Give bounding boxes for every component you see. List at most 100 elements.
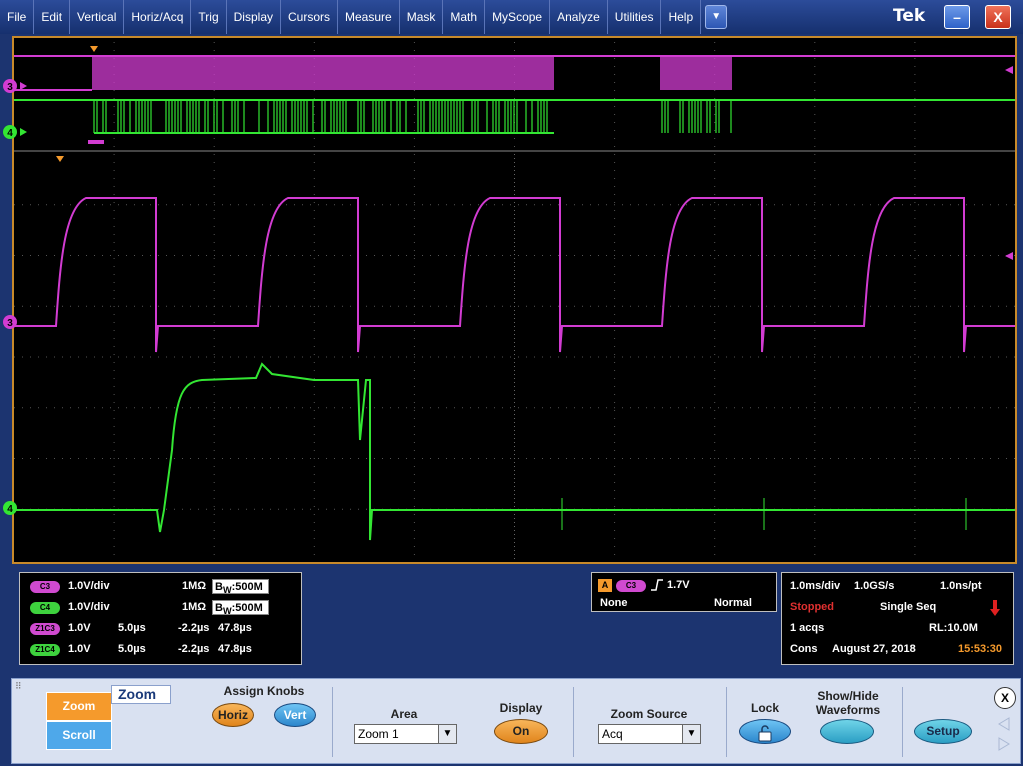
zoom-trigger-marker: [56, 156, 64, 162]
area-label: Area: [354, 707, 454, 721]
zoom-c4-row[interactable]: Z1C4 1.0V 5.0µs -2.2µs 47.8µs: [30, 641, 300, 659]
trigger-a-badge: A: [598, 579, 612, 592]
minimize-button[interactable]: –: [944, 5, 970, 29]
acq-mode: Single Seq: [880, 601, 936, 613]
svg-text:4: 4: [7, 504, 13, 515]
show-hide-waveforms-button[interactable]: [820, 719, 874, 744]
panel-title: Zoom: [111, 685, 171, 704]
menu-cursors[interactable]: Cursors: [281, 0, 338, 34]
overview-c3-burst-1: [92, 56, 554, 90]
stopped-indicator-icon: [989, 599, 1001, 620]
lock-button[interactable]: [739, 719, 791, 744]
ch4-marker-zoom[interactable]: 4: [3, 501, 17, 515]
channel-c4-row[interactable]: C4 1.0V/div 1MΩ BW:500M: [30, 599, 300, 617]
trigger-readout-panel[interactable]: A C3 1.7V None Normal: [591, 572, 777, 612]
brand-logo: Tek: [893, 6, 925, 26]
ch3-marker-zoom[interactable]: 3: [3, 315, 17, 329]
c3-zoom-level-marker: [1005, 252, 1013, 260]
channel-readout-panel[interactable]: C3 1.0V/div 1MΩ BW:500M C4 1.0V/div 1MΩ …: [19, 572, 302, 665]
c4-badge: C4: [30, 602, 60, 614]
z1c4-offset: -2.2µs: [178, 643, 209, 655]
z1c4-badge: Z1C4: [30, 644, 60, 656]
lock-icon: [755, 724, 775, 742]
svg-text:4: 4: [7, 128, 13, 139]
waveform-display[interactable]: [12, 36, 1017, 564]
z1c3-badge: Z1C3: [30, 623, 60, 635]
scroll-tab-button[interactable]: Scroll: [46, 721, 112, 750]
close-panel-button[interactable]: X: [994, 687, 1016, 709]
divider: [902, 687, 903, 757]
z1c3-time: 5.0µs: [118, 622, 146, 634]
ch3-marker-top[interactable]: 3: [3, 79, 27, 93]
horizontal-readout-panel[interactable]: 1.0ms/div 1.0GS/s 1.0ns/pt Stopped Singl…: [781, 572, 1014, 665]
menu-utilities[interactable]: Utilities: [608, 0, 662, 34]
acq-time: 15:53:30: [958, 643, 1002, 655]
menu-analyze[interactable]: Analyze: [550, 0, 608, 34]
drag-handle-icon[interactable]: ⠿: [15, 681, 22, 692]
cons-label: Cons: [790, 643, 818, 655]
menu-myscope[interactable]: MyScope: [485, 0, 550, 34]
display-toggle-button[interactable]: On: [494, 719, 548, 744]
z1c4-time: 5.0µs: [118, 643, 146, 655]
divider: [332, 687, 333, 757]
waveform-canvas: [14, 38, 1015, 562]
channel-c3-row[interactable]: C3 1.0V/div 1MΩ BW:500M: [30, 578, 300, 596]
zoom-tab-button[interactable]: Zoom: [46, 692, 112, 721]
menu-bar: File Edit Vertical Horiz/Acq Trig Displa…: [0, 0, 1023, 34]
area-select[interactable]: Zoom 1 ▼: [354, 724, 457, 744]
menu-measure[interactable]: Measure: [338, 0, 400, 34]
sample-rate: 1.0GS/s: [854, 580, 894, 592]
menu-trig[interactable]: Trig: [191, 0, 226, 34]
c3-scale: 1.0V/div: [68, 580, 110, 592]
setup-button[interactable]: Setup: [914, 719, 972, 744]
menu-help[interactable]: Help: [661, 0, 701, 34]
zoom-source-value: Acq: [602, 727, 623, 741]
c3-impedance: 1MΩ: [182, 580, 206, 592]
zoom-source-label: Zoom Source: [598, 707, 700, 721]
z1c4-position: 47.8µs: [218, 643, 252, 655]
show-hide-line2: Waveforms: [808, 703, 888, 717]
overview-c3-burst-2: [660, 56, 732, 90]
menu-display[interactable]: Display: [227, 0, 281, 34]
area-value: Zoom 1: [358, 727, 399, 741]
menu-vertical[interactable]: Vertical: [70, 0, 124, 34]
c3-level-marker: [1005, 66, 1013, 74]
vert-knob-button[interactable]: Vert: [274, 703, 316, 727]
trigger-position-marker: [90, 46, 98, 52]
show-hide-label: Show/Hide Waveforms: [808, 689, 888, 717]
trigger-coupling: None: [600, 597, 628, 609]
horiz-knob-button[interactable]: Horiz: [212, 703, 254, 727]
svg-text:3: 3: [7, 318, 13, 329]
divider: [573, 687, 574, 757]
show-hide-line1: Show/Hide: [808, 689, 888, 703]
oscilloscope-window: File Edit Vertical Horiz/Acq Trig Displa…: [0, 0, 1023, 766]
ch4-marker-top[interactable]: 4: [3, 125, 27, 139]
arrow-right-icon[interactable]: [997, 737, 1011, 756]
assign-knobs-label: Assign Knobs: [212, 684, 316, 698]
zoom-region-marker: [88, 140, 104, 144]
record-length: RL:10.0M: [929, 622, 978, 634]
display-label: Display: [492, 701, 550, 715]
trigger-source-badge: C3: [616, 580, 646, 592]
acq-date: August 27, 2018: [832, 643, 916, 655]
close-window-button[interactable]: X: [985, 5, 1011, 29]
zoom-c3-row[interactable]: Z1C3 1.0V 5.0µs -2.2µs 47.8µs: [30, 620, 300, 638]
horizontal-scale: 1.0ms/div: [790, 580, 840, 592]
zoom-source-select[interactable]: Acq ▼: [598, 724, 701, 744]
overview-c4-burst: [94, 100, 731, 133]
c3-bandwidth: BW:500M: [212, 579, 269, 594]
arrow-left-icon[interactable]: [997, 717, 1011, 736]
chevron-down-icon: ▼: [438, 725, 456, 743]
menu-dropdown-icon[interactable]: ▼: [705, 5, 727, 29]
trigger-mode: Normal: [714, 597, 752, 609]
menu-mask[interactable]: Mask: [400, 0, 444, 34]
chevron-down-icon: ▼: [682, 725, 700, 743]
menu-math[interactable]: Math: [443, 0, 485, 34]
trigger-edge-icon: [650, 578, 664, 595]
trigger-level: 1.7V: [667, 579, 690, 591]
z1c4-scale: 1.0V: [68, 643, 91, 655]
menu-horiz-acq[interactable]: Horiz/Acq: [124, 0, 191, 34]
c4-scale: 1.0V/div: [68, 601, 110, 613]
z1c3-offset: -2.2µs: [178, 622, 209, 634]
c4-bandwidth: BW:500M: [212, 600, 269, 615]
